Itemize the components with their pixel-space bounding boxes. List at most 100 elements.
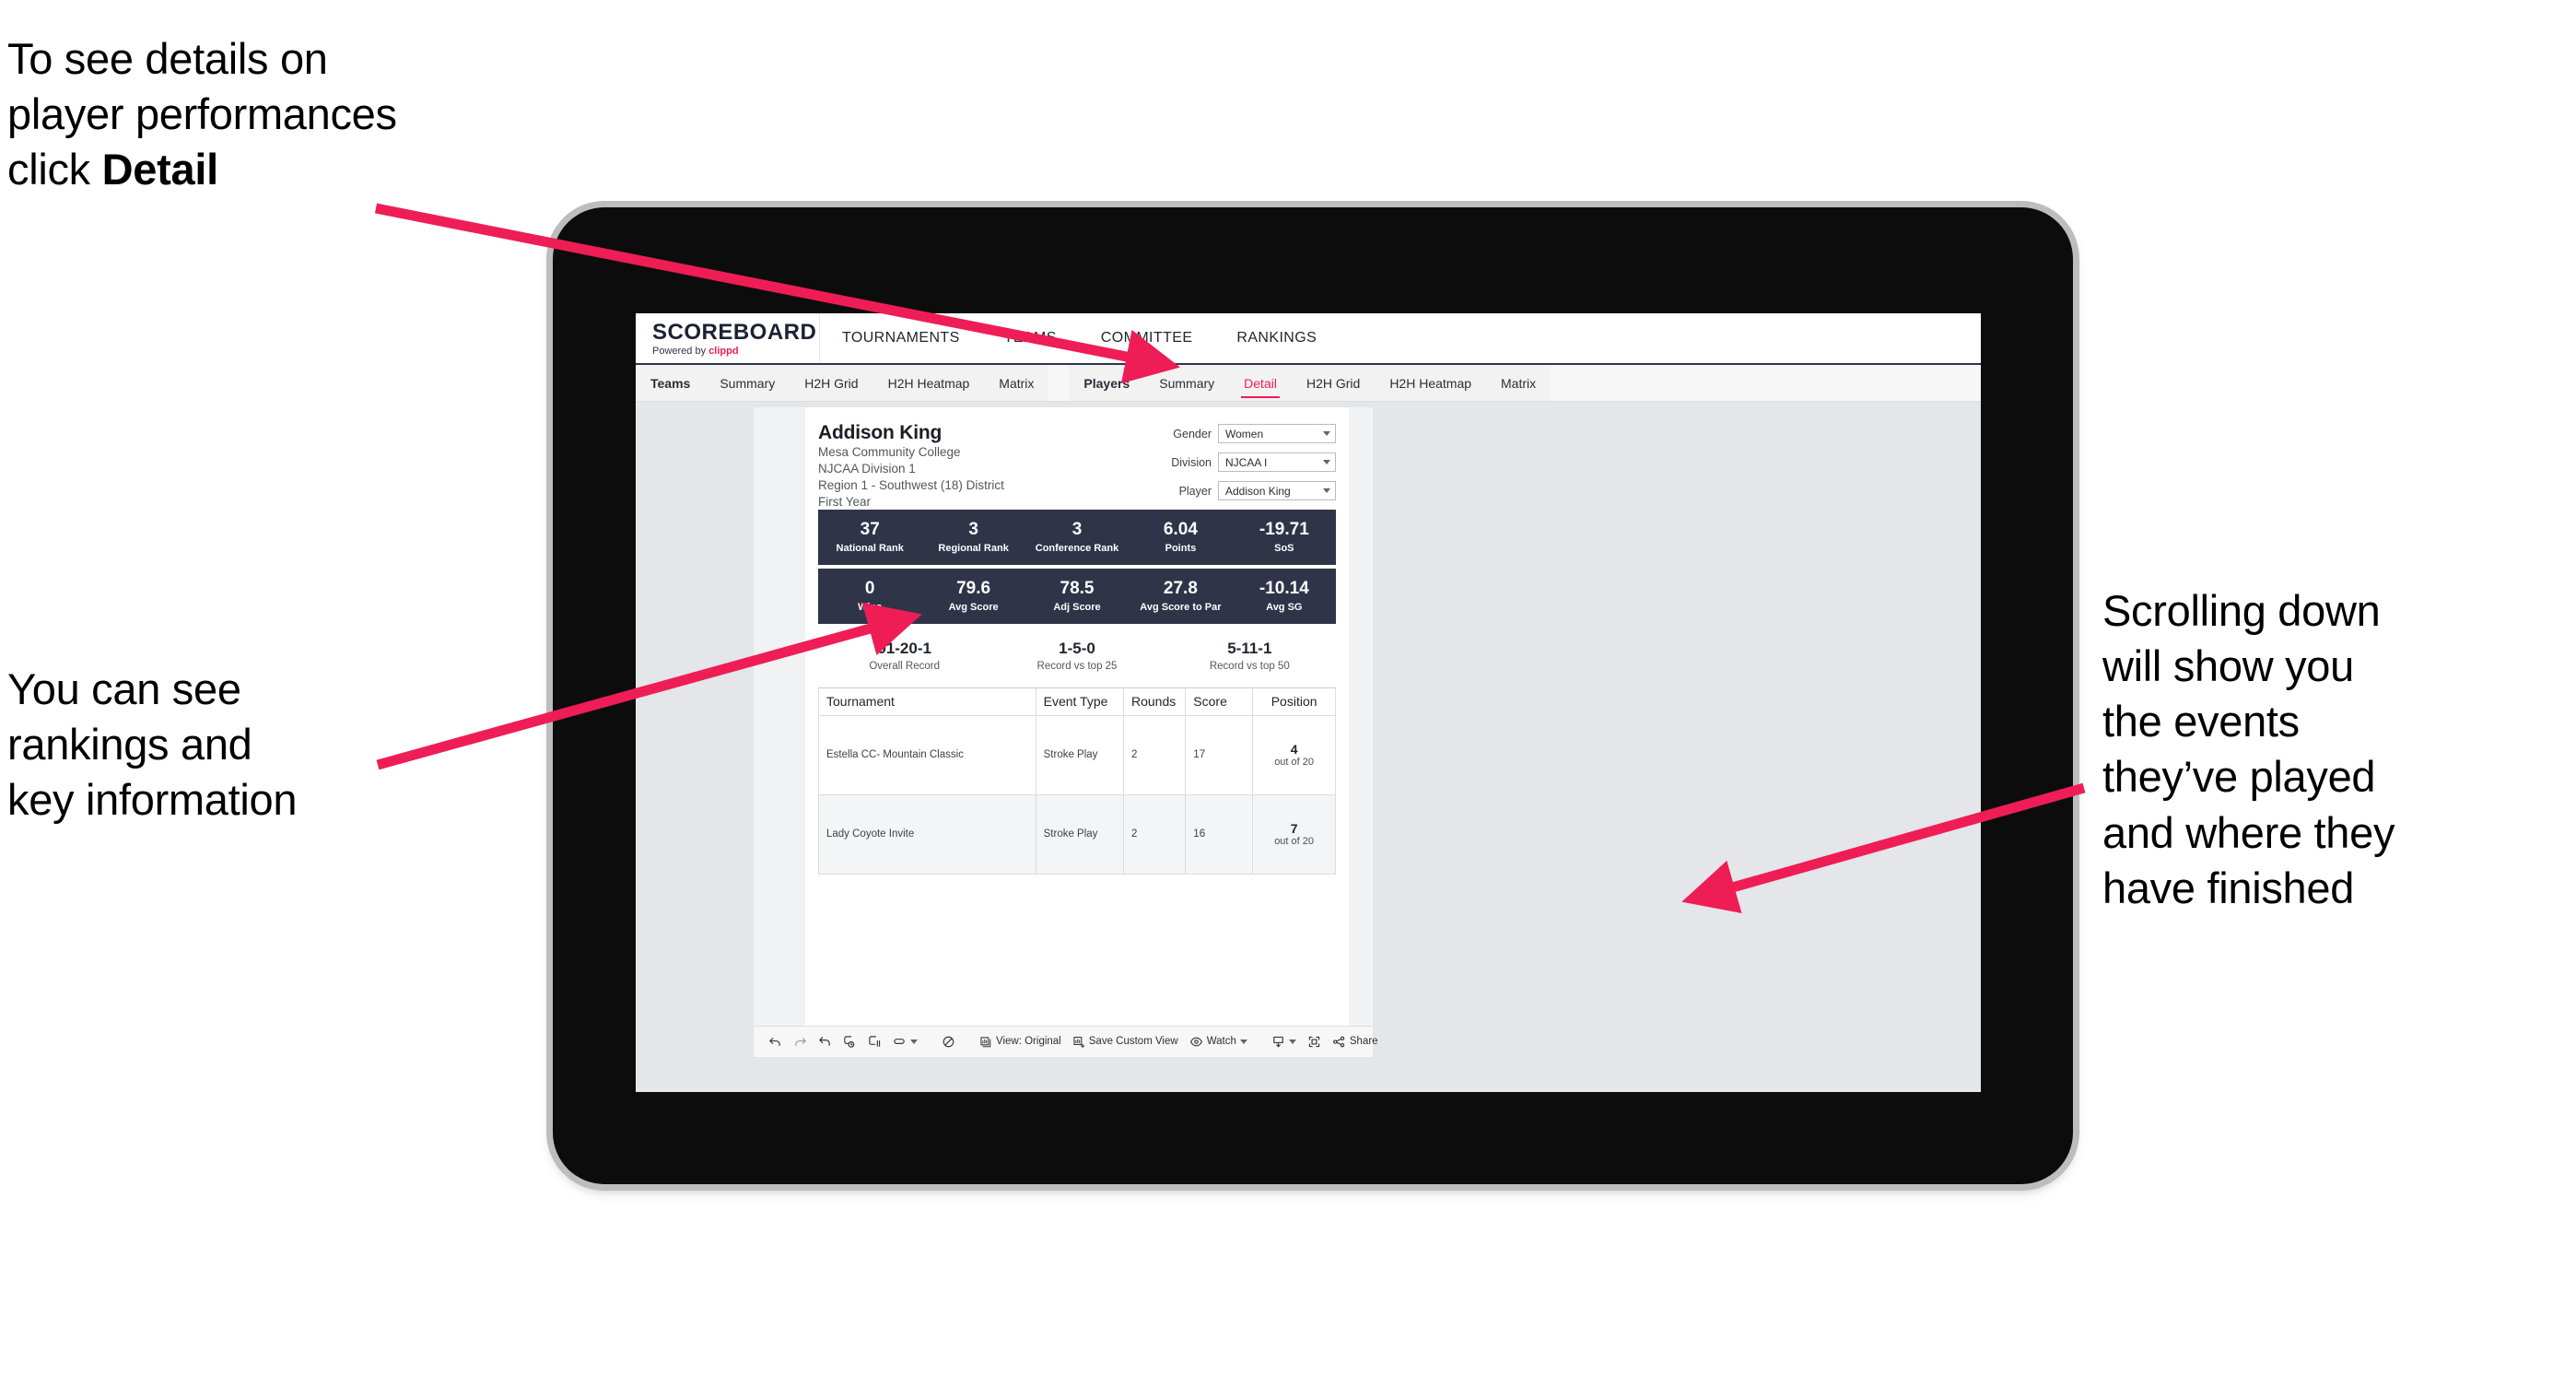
callout-scrolling-line-2: will show you: [2102, 641, 2354, 691]
stat-label: Avg Score to Par: [1140, 602, 1222, 614]
fullscreen-button[interactable]: [1302, 1030, 1327, 1054]
save-custom-view-button[interactable]: Save Custom View: [1067, 1030, 1184, 1054]
stat-label: SoS: [1274, 543, 1294, 555]
stat-value: 0: [864, 579, 875, 599]
position-field-size: out of 20: [1274, 835, 1315, 847]
chevron-down-icon: [1323, 488, 1330, 493]
record-vs-top-25: 1-5-0 Record vs top 25: [990, 640, 1163, 672]
table-row[interactable]: Estella CC- Mountain Classic Stroke Play…: [818, 714, 1336, 795]
record-label: Overall Record: [869, 661, 941, 673]
record-value: 5-11-1: [1227, 640, 1272, 658]
download-button[interactable]: [1266, 1030, 1302, 1054]
nav-item-committee[interactable]: COMMITTEE: [1079, 313, 1215, 363]
column-header-position[interactable]: Position: [1252, 687, 1336, 716]
stat-label: Conference Rank: [1035, 543, 1119, 555]
revert-button[interactable]: [813, 1030, 837, 1054]
filter-row-division: Division NJCAA I: [1171, 452, 1336, 472]
subnav-item-teams-h2h-heatmap[interactable]: H2H Heatmap: [873, 365, 985, 401]
filter-row-player: Player Addison King: [1171, 481, 1336, 500]
main-nav: TOURNAMENTS TEAMS COMMITTEE RANKINGS: [820, 313, 1339, 363]
stat-label: Adj Score: [1053, 602, 1101, 614]
subnav-item-players-matrix[interactable]: Matrix: [1486, 365, 1551, 401]
brand-powered-name: clippd: [708, 346, 739, 357]
record-summary-row: 91-20-1 Overall Record 1-5-0 Record vs t…: [818, 628, 1336, 687]
table-row[interactable]: Lady Coyote Invite Stroke Play 2 16 7 ou…: [818, 793, 1336, 875]
nav-item-teams[interactable]: TEAMS: [982, 313, 1079, 363]
nav-item-tournaments[interactable]: TOURNAMENTS: [820, 313, 982, 363]
callout-detail-line-3-prefix: click: [7, 145, 102, 194]
callout-detail-line-1: To see details on: [7, 34, 328, 83]
tablet-device-frame: SCOREBOARD Powered by clippd TOURNAMENTS…: [553, 207, 2073, 1184]
player-region: Region 1 - Southwest (18) District: [818, 477, 1004, 492]
brand-logo[interactable]: SCOREBOARD Powered by clippd: [636, 313, 820, 363]
subnav-item-players-detail[interactable]: Detail: [1229, 365, 1292, 401]
pause-auto-update-button[interactable]: [862, 1030, 887, 1054]
stat-points: 6.04 Points: [1129, 510, 1232, 565]
subnav-item-teams-h2h-grid[interactable]: H2H Grid: [790, 365, 872, 401]
callout-rankings-line-1: You can see: [7, 664, 241, 713]
cell-position: 4 out of 20: [1252, 714, 1336, 795]
filter-select-gender[interactable]: Women: [1218, 424, 1336, 443]
pause-refresh-button[interactable]: [936, 1030, 961, 1054]
stat-label: National Rank: [836, 543, 904, 555]
record-value: 1-5-0: [1059, 640, 1095, 658]
callout-scrolling-line-3: the events: [2102, 697, 2300, 746]
subnav-group-players: Players Summary Detail H2H Grid H2H Heat…: [1069, 365, 1551, 401]
stat-national-rank: 37 National Rank: [818, 510, 921, 565]
filter-row-gender: Gender Women: [1171, 424, 1336, 443]
refresh-data-button[interactable]: [837, 1030, 862, 1054]
player-school: Mesa Community College: [818, 445, 961, 460]
column-header-score[interactable]: Score: [1185, 687, 1254, 716]
subnav-item-players-h2h-grid[interactable]: H2H Grid: [1292, 365, 1375, 401]
player-detail-sheet: Addison King Mesa Community College NJCA…: [805, 407, 1349, 1057]
player-class-year: First Year: [818, 494, 872, 509]
stat-adj-score: 78.5 Adj Score: [1025, 569, 1129, 624]
filter-label-gender: Gender: [1173, 427, 1212, 440]
undo-button[interactable]: [763, 1030, 788, 1054]
subnav-item-teams-summary[interactable]: Summary: [705, 365, 790, 401]
dashboard-sheet-container: Addison King Mesa Community College NJCA…: [754, 407, 1373, 1057]
callout-rankings-line-3: key information: [7, 775, 298, 825]
brand-title: SCOREBOARD: [652, 320, 817, 345]
subnav-item-players-summary[interactable]: Summary: [1144, 365, 1229, 401]
device-preview-button[interactable]: [887, 1030, 923, 1054]
brand-powered-prefix: Powered by: [652, 346, 709, 357]
brand-subtitle: Powered by clippd: [652, 346, 819, 357]
record-value: 91-20-1: [877, 640, 931, 658]
subnav-item-teams[interactable]: Teams: [636, 365, 705, 401]
view-original-button[interactable]: View: Original: [974, 1030, 1067, 1054]
subnav-item-players[interactable]: Players: [1069, 365, 1144, 401]
callout-rankings-info: You can see rankings and key information: [7, 662, 440, 828]
callout-rankings-line-2: rankings and: [7, 720, 252, 769]
filter-select-player[interactable]: Addison King: [1218, 481, 1336, 500]
share-button[interactable]: Share: [1327, 1030, 1384, 1054]
subnav-item-players-h2h-heatmap[interactable]: H2H Heatmap: [1375, 365, 1486, 401]
subnav-group-teams: Teams Summary H2H Grid H2H Heatmap Matri…: [636, 365, 1049, 401]
subnav-item-teams-matrix[interactable]: Matrix: [984, 365, 1048, 401]
column-header-event-type[interactable]: Event Type: [1035, 687, 1124, 716]
stat-label: Avg Score: [948, 602, 999, 614]
stat-conference-rank: 3 Conference Rank: [1025, 510, 1129, 565]
chevron-down-icon: [1323, 431, 1330, 436]
table-header-row: Tournament Event Type Rounds Score Posit…: [818, 687, 1336, 716]
tablet-screen: SCOREBOARD Powered by clippd TOURNAMENTS…: [636, 313, 1981, 1092]
callout-detail-line-3-bold: Detail: [101, 145, 219, 194]
sub-nav: Teams Summary H2H Grid H2H Heatmap Matri…: [636, 365, 1981, 402]
filter-panel: Gender Women Division NJCAA I Player Add…: [1171, 418, 1336, 510]
column-header-rounds[interactable]: Rounds: [1122, 687, 1187, 716]
watch-button[interactable]: Watch: [1184, 1030, 1253, 1054]
nav-item-rankings[interactable]: RANKINGS: [1214, 313, 1339, 363]
callout-scrolling-line-1: Scrolling down: [2102, 586, 2381, 635]
column-header-tournament[interactable]: Tournament: [818, 687, 1036, 716]
redo-button[interactable]: [788, 1030, 813, 1054]
position-rank: 4: [1290, 741, 1298, 757]
cell-event-type: Stroke Play: [1035, 793, 1124, 875]
callout-scrolling-info: Scrolling down will show you the events …: [2102, 583, 2563, 916]
stat-value: 37: [860, 520, 880, 540]
stat-value: -10.14: [1259, 579, 1309, 599]
app-header: SCOREBOARD Powered by clippd TOURNAMENTS…: [636, 313, 1981, 365]
viz-toolbar: View: Original Save Custom View Watch Sh…: [754, 1026, 1378, 1057]
stat-label: Points: [1165, 543, 1197, 555]
filter-select-division[interactable]: NJCAA I: [1218, 452, 1336, 472]
subnav-divider: [1048, 365, 1070, 401]
